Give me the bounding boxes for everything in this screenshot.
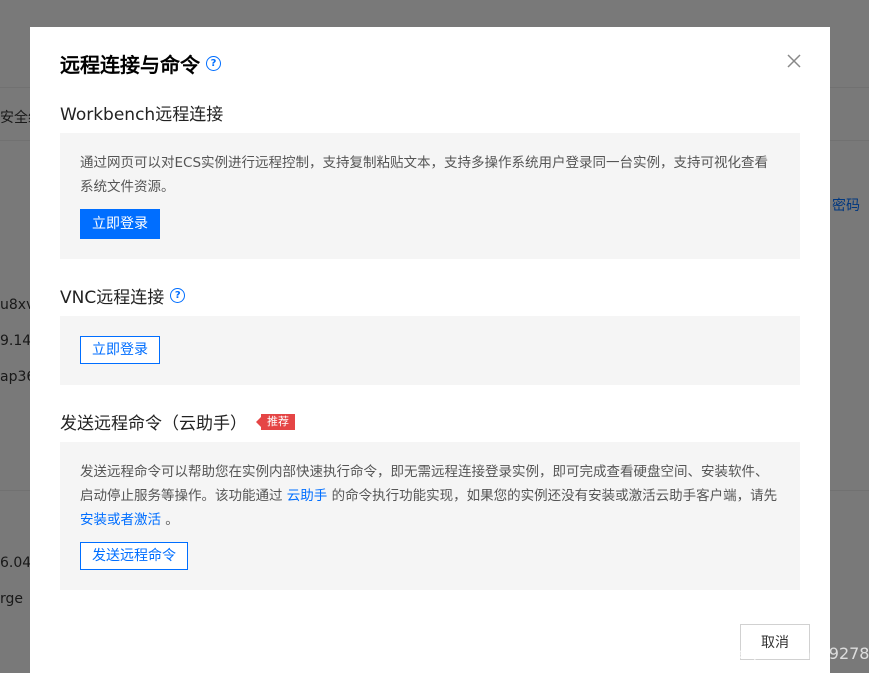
install-or-activate-link[interactable]: 安装或者激活 [80,512,161,528]
desc-text: 的命令执行功能实现，如果您的实例还没有安装或激活云助手客户端，请先 [327,488,778,504]
help-icon[interactable]: ? [206,56,221,71]
workbench-panel: 通过网页可以对ECS实例进行远程控制，支持复制粘贴文本，支持多操作系统用户登录同… [60,133,800,259]
close-button[interactable] [784,51,804,71]
desc-text: 。 [161,512,179,528]
workbench-description: 通过网页可以对ECS实例进行远程控制，支持复制粘贴文本，支持多操作系统用户登录同… [80,155,769,195]
remote-command-panel: 发送远程命令可以帮助您在实例内部快速执行命令，即无需远程连接登录实例，即可完成查… [60,442,800,590]
workbench-login-button[interactable]: 立即登录 [80,209,160,239]
remote-command-description: 发送远程命令可以帮助您在实例内部快速执行命令，即无需远程连接登录实例，即可完成查… [80,460,780,532]
remote-command-title-text: 发送远程命令（云助手） [60,414,247,434]
watermark: https://blog.csdn.net/weixin_39278265 [588,644,869,663]
cloud-assistant-link[interactable]: 云助手 [287,488,328,504]
close-icon [787,54,801,68]
vnc-help-icon[interactable]: ? [170,288,186,303]
recommended-badge: 推荐 [256,413,295,430]
vnc-title-text: VNC远程连接 [60,288,165,308]
remote-connect-dialog: 远程连接与命令 ? Workbench远程连接 通过网页可以对ECS实例进行远程… [30,27,830,673]
workbench-title-text: Workbench远程连接 [60,105,224,125]
send-remote-command-button[interactable]: 发送远程命令 [80,542,188,570]
workbench-section-title: Workbench远程连接 [60,100,223,125]
dialog-title: 远程连接与命令 ? [60,49,221,78]
vnc-login-button[interactable]: 立即登录 [80,336,160,364]
vnc-section-title: VNC远程连接 ? [60,283,186,308]
dialog-title-text: 远程连接与命令 [60,53,200,77]
remote-command-section-title: 发送远程命令（云助手） 推荐 [60,409,295,434]
vnc-panel: 立即登录 [60,316,800,385]
